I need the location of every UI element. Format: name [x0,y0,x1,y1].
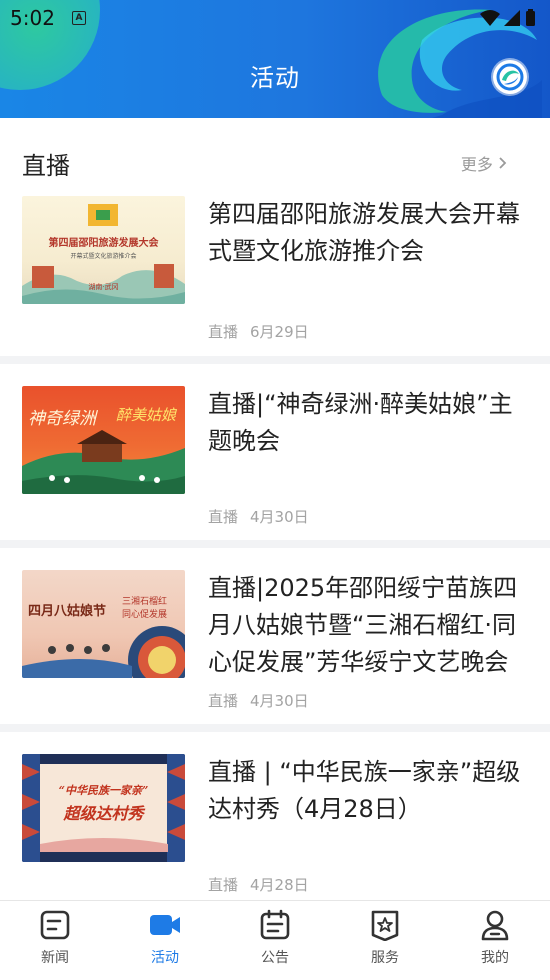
item-title: 直播|2025年邵阳绥宁苗族四月八姑娘节暨“三湘石榴红·同心促发展”芳华绥宁文艺… [208,574,518,676]
thumbnail-caption: 第四届邵阳旅游发展大会 [48,238,159,249]
cell-signal-icon [504,10,520,26]
item-title: 直播|“神奇绿洲·醉美姑娘”主题晚会 [208,390,513,455]
list-item[interactable]: “中华民族一家亲” 超级达村秀 直播 | “中华民族一家亲”超级达村秀（4月28… [0,732,550,900]
news-icon [40,910,70,940]
app-header: 5:02 A 活动 [0,0,550,118]
thumbnail-caption: 三湘石榴红 [122,597,168,607]
list-item[interactable]: 四月八姑娘节 三湘石榴红 同心促发展 直播|2025年邵阳绥宁苗族四月八姑娘节暨… [0,548,550,724]
item-title: 直播 | “中华民族一家亲”超级达村秀（4月28日） [208,758,521,823]
item-title: 第四届邵阳旅游发展大会开幕式暨文化旅游推介会 [208,200,520,265]
chevron-right-icon [498,155,508,174]
thumbnail-image: 第四届邵阳旅游发展大会 开幕式暨文化旅游推介会 湖南·武冈 [22,196,185,304]
nav-item-news[interactable]: 新闻 [0,901,110,980]
nav-item-service[interactable]: 服务 [330,901,440,980]
thumbnail-caption: 醉美姑娘 [116,406,177,424]
nav-label-profile: 我的 [481,950,509,966]
nav-item-activity[interactable]: 活动 [110,901,220,980]
nav-label-activity: 活动 [151,950,179,966]
thumbnail-image: “中华民族一家亲” 超级达村秀 [22,754,185,862]
notice-icon [260,909,290,940]
bottom-navigation: 新闻 活动 公告 服务 我的 [0,900,550,980]
wifi-icon [480,10,500,26]
service-icon [371,910,399,941]
nav-item-profile[interactable]: 我的 [440,901,550,980]
item-meta: 直播 6月29日 [208,321,309,342]
list-item[interactable]: 第四届邵阳旅游发展大会 开幕式暨文化旅游推介会 湖南·武冈 第四届邵阳旅游发展大… [0,196,550,356]
profile-icon [481,910,509,941]
item-tag: 直播 [208,692,239,710]
item-meta: 直播 4月30日 [208,506,309,527]
more-label: 更多 [460,155,493,174]
section-title: 直播 [22,152,70,180]
item-tag: 直播 [208,508,239,526]
list-item[interactable]: 神奇绿洲 醉美姑娘 直播|“神奇绿洲·醉美姑娘”主题晚会 直播 4月30日 [0,364,550,540]
item-meta: 直播 4月30日 [208,690,309,711]
item-meta: 直播 4月28日 [208,874,309,895]
battery-icon [526,11,535,26]
activity-list[interactable]: 直播 更多 第四届邵阳旅游发展大会 开幕式暨文化旅游推介会 湖南·武冈 第四届邵… [0,118,550,900]
item-date: 4月30日 [250,692,309,710]
nav-label-notice: 公告 [261,950,289,966]
video-camera-icon [150,915,180,935]
status-icons [480,9,535,26]
item-date: 6月29日 [250,323,309,341]
thumbnail-caption: 四月八姑娘节 [28,604,107,619]
section-header: 直播 更多 [0,118,550,196]
thumbnail-caption: 开幕式暨文化旅游推介会 [70,253,137,260]
nav-label-service: 服务 [371,950,399,966]
more-link[interactable]: 更多 [461,151,508,175]
status-time: 5:02 [10,6,55,30]
thumbnail-image: 神奇绿洲 醉美姑娘 [22,386,185,494]
brand-logo-icon [496,63,524,91]
item-date: 4月28日 [250,876,309,894]
page-title: 活动 [250,64,300,92]
thumbnail-image: 四月八姑娘节 三湘石榴红 同心促发展 [22,570,185,678]
thumbnail-caption: “中华民族一家亲” [58,784,149,797]
nav-item-notice[interactable]: 公告 [220,901,330,980]
thumbnail-caption: 同心促发展 [122,610,168,620]
thumbnail-caption: 神奇绿洲 [28,409,96,429]
thumbnail-caption: 超级达村秀 [63,804,144,823]
item-tag: 直播 [208,876,239,894]
status-bar: 5:02 A [0,0,550,36]
thumbnail-caption: 湖南·武冈 [88,283,119,291]
item-date: 4月30日 [250,508,309,526]
nav-label-news: 新闻 [41,950,69,966]
app-notification-icon: A [72,11,86,25]
brand-logo-button[interactable] [493,60,527,94]
item-tag: 直播 [208,323,239,341]
